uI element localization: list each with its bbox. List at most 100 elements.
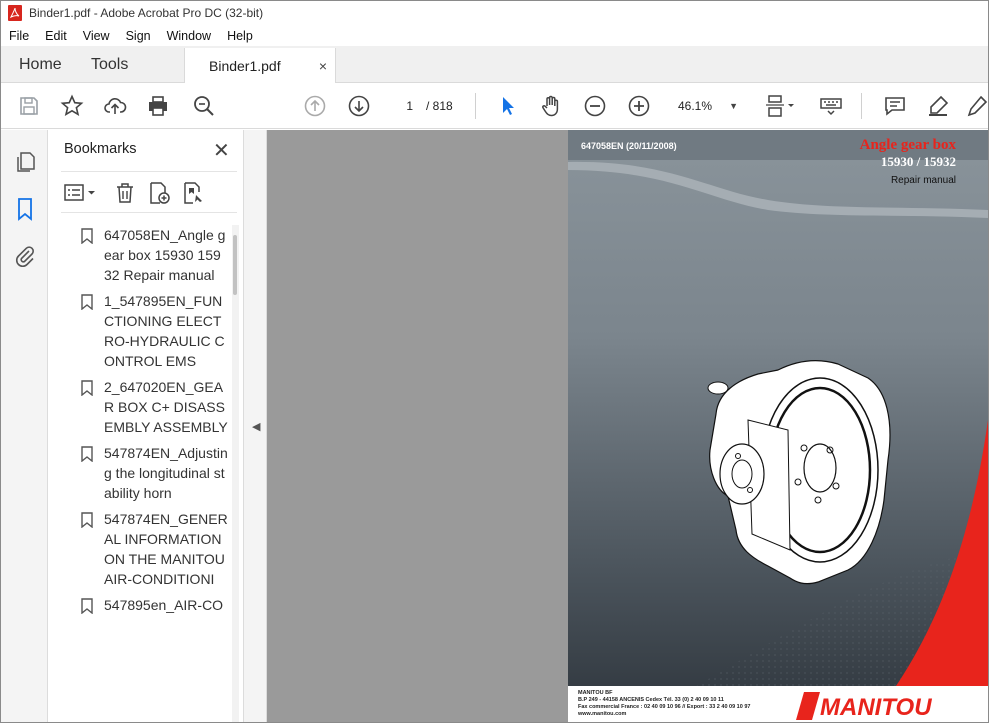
menu-view[interactable]: View	[75, 29, 118, 43]
page-number-input[interactable]: 1	[389, 95, 417, 117]
print-button[interactable]	[144, 92, 172, 120]
draw-button[interactable]	[963, 92, 988, 120]
zoom-out-icon	[584, 95, 606, 117]
bookmark-icon	[81, 294, 93, 310]
footer-web: www.manitou.com	[577, 711, 626, 717]
bookmark-icon	[81, 380, 93, 396]
menu-window[interactable]: Window	[159, 29, 219, 43]
read-mode-button[interactable]	[817, 92, 845, 120]
comment-icon	[885, 97, 905, 116]
next-page-button[interactable]	[345, 92, 373, 120]
zoom-out-button[interactable]	[581, 92, 609, 120]
acrobat-icon	[8, 5, 22, 21]
footer-address: B.P 249 - 44158 ANCENIS Cedex Tél. 33 (0…	[578, 697, 724, 703]
delete-bookmark-button[interactable]	[113, 181, 137, 205]
scrollbar-thumb[interactable]	[233, 235, 237, 295]
bookmark-options-button[interactable]	[63, 181, 99, 205]
page-down-icon	[348, 95, 370, 117]
select-tool-button[interactable]	[494, 92, 522, 120]
tab-tools[interactable]: Tools	[91, 46, 128, 83]
pdf-page: 647058EN (20/11/2008) Angle gear box 159…	[568, 130, 988, 722]
comment-button[interactable]	[881, 92, 909, 120]
cover-models: 15930 / 15932	[881, 154, 956, 169]
highlight-button[interactable]	[924, 92, 952, 120]
footer-company: MANITOU BF	[578, 690, 613, 696]
tab-home[interactable]: Home	[19, 46, 62, 83]
upload-icon	[104, 98, 127, 114]
bookmark-icon	[18, 198, 32, 221]
star-icon	[60, 94, 84, 116]
list-item[interactable]: 547874EN_GENERAL INFORMATION ON THE MANI…	[49, 509, 231, 589]
previous-page-button[interactable]	[301, 92, 329, 120]
list-item[interactable]: 547895en_AIR-CO	[49, 595, 231, 615]
list-item[interactable]: 1_547895EN_FUNCTIONING ELECTRO-HYDRAULIC…	[49, 291, 231, 371]
bookmark-label: 547895en_AIR-CO	[104, 597, 224, 613]
new-bookmark-button[interactable]	[147, 181, 171, 205]
hand-tool-button[interactable]	[537, 92, 565, 120]
list-options-icon	[64, 184, 95, 201]
zoom-in-icon	[628, 95, 650, 117]
list-item[interactable]: 647058EN_Angle gear box 15930 15932 Repa…	[49, 225, 231, 285]
attachments-button[interactable]	[13, 244, 37, 268]
toolbar-divider	[861, 93, 862, 119]
bookmark-icon	[81, 598, 93, 614]
tab-document[interactable]: Binder1.pdf ×	[184, 48, 336, 84]
toolbar-divider	[475, 93, 476, 119]
bookmark-star-button[interactable]	[58, 92, 86, 120]
tab-close-button[interactable]: ×	[319, 58, 327, 74]
zoom-level-select[interactable]: 46.1% ▼	[670, 95, 744, 117]
collapse-panel-icon[interactable]: ◀	[252, 420, 260, 433]
save-button[interactable]	[15, 92, 43, 120]
panel-splitter[interactable]: ◀	[243, 130, 267, 722]
chevron-down-icon: ▼	[729, 101, 738, 111]
page-total: / 818	[426, 99, 453, 113]
paperclip-icon	[16, 246, 34, 267]
bookmark-icon	[81, 512, 93, 528]
bookmark-label: 547874EN_Adjusting the longitudinal stab…	[104, 445, 228, 501]
menu-file[interactable]: File	[1, 29, 37, 43]
list-item[interactable]: 547874EN_Adjusting the longitudinal stab…	[49, 443, 231, 503]
menu-help[interactable]: Help	[219, 29, 261, 43]
menu-sign[interactable]: Sign	[118, 29, 159, 43]
page-fit-button[interactable]	[761, 92, 799, 120]
fit-page-icon	[766, 95, 794, 117]
zoom-level-value: 46.1%	[678, 99, 713, 113]
share-button[interactable]	[101, 92, 129, 120]
window-title: Binder1.pdf - Adobe Acrobat Pro DC (32-b…	[29, 6, 264, 20]
find-bookmark-button[interactable]	[181, 181, 205, 205]
bookmarks-panel-button[interactable]	[13, 197, 37, 221]
select-arrow-icon	[503, 97, 514, 115]
bookmarks-panel: Bookmarks ✕ 647058EN_Angle gear box 1593…	[49, 130, 243, 722]
bookmarks-toolbar	[61, 171, 237, 213]
footer-fax: Fax commercial France : 02 40 09 10 96 /…	[578, 704, 750, 710]
list-item[interactable]: 2_647020EN_GEAR BOX C+ DISASSEMBLY ASSEM…	[49, 377, 231, 437]
page-thumbnails-button[interactable]	[13, 150, 37, 174]
bookmark-label: 547874EN_GENERAL INFORMATION ON THE MANI…	[104, 511, 228, 587]
bookmarks-list: 647058EN_Angle gear box 15930 15932 Repa…	[49, 225, 231, 722]
save-icon	[20, 97, 38, 115]
page-up-icon	[304, 95, 326, 117]
search-bookmark-icon	[184, 182, 202, 204]
cover-title: Angle gear box	[860, 137, 957, 153]
zoom-search-icon	[194, 96, 214, 116]
document-view[interactable]: 647058EN (20/11/2008) Angle gear box 159…	[267, 130, 988, 722]
tab-bar: Home Tools Binder1.pdf ×	[1, 46, 988, 84]
cover-subtitle: Repair manual	[891, 175, 956, 186]
cover-page-graphic: 647058EN (20/11/2008) Angle gear box 159…	[568, 130, 988, 722]
page-thumbnails-icon	[17, 152, 35, 172]
menu-edit[interactable]: Edit	[37, 29, 75, 43]
acrobat-window: Binder1.pdf - Adobe Acrobat Pro DC (32-b…	[0, 0, 989, 723]
bookmark-label: 647058EN_Angle gear box 15930 15932 Repa…	[104, 227, 226, 283]
title-bar: Binder1.pdf - Adobe Acrobat Pro DC (32-b…	[1, 1, 988, 25]
menu-bar: File Edit View Sign Window Help	[1, 25, 988, 46]
print-icon	[149, 96, 167, 116]
find-button[interactable]	[190, 92, 218, 120]
bookmarks-scrollbar[interactable]	[232, 225, 239, 722]
zoom-in-button[interactable]	[625, 92, 653, 120]
bookmarks-close-button[interactable]: ✕	[213, 138, 230, 163]
bookmark-label: 2_647020EN_GEAR BOX C+ DISASSEMBLY ASSEM…	[104, 379, 228, 435]
bookmark-icon	[81, 446, 93, 462]
bookmark-icon	[81, 228, 93, 244]
manitou-logo-text: MANITOU	[820, 694, 932, 721]
draw-icon	[967, 95, 988, 117]
